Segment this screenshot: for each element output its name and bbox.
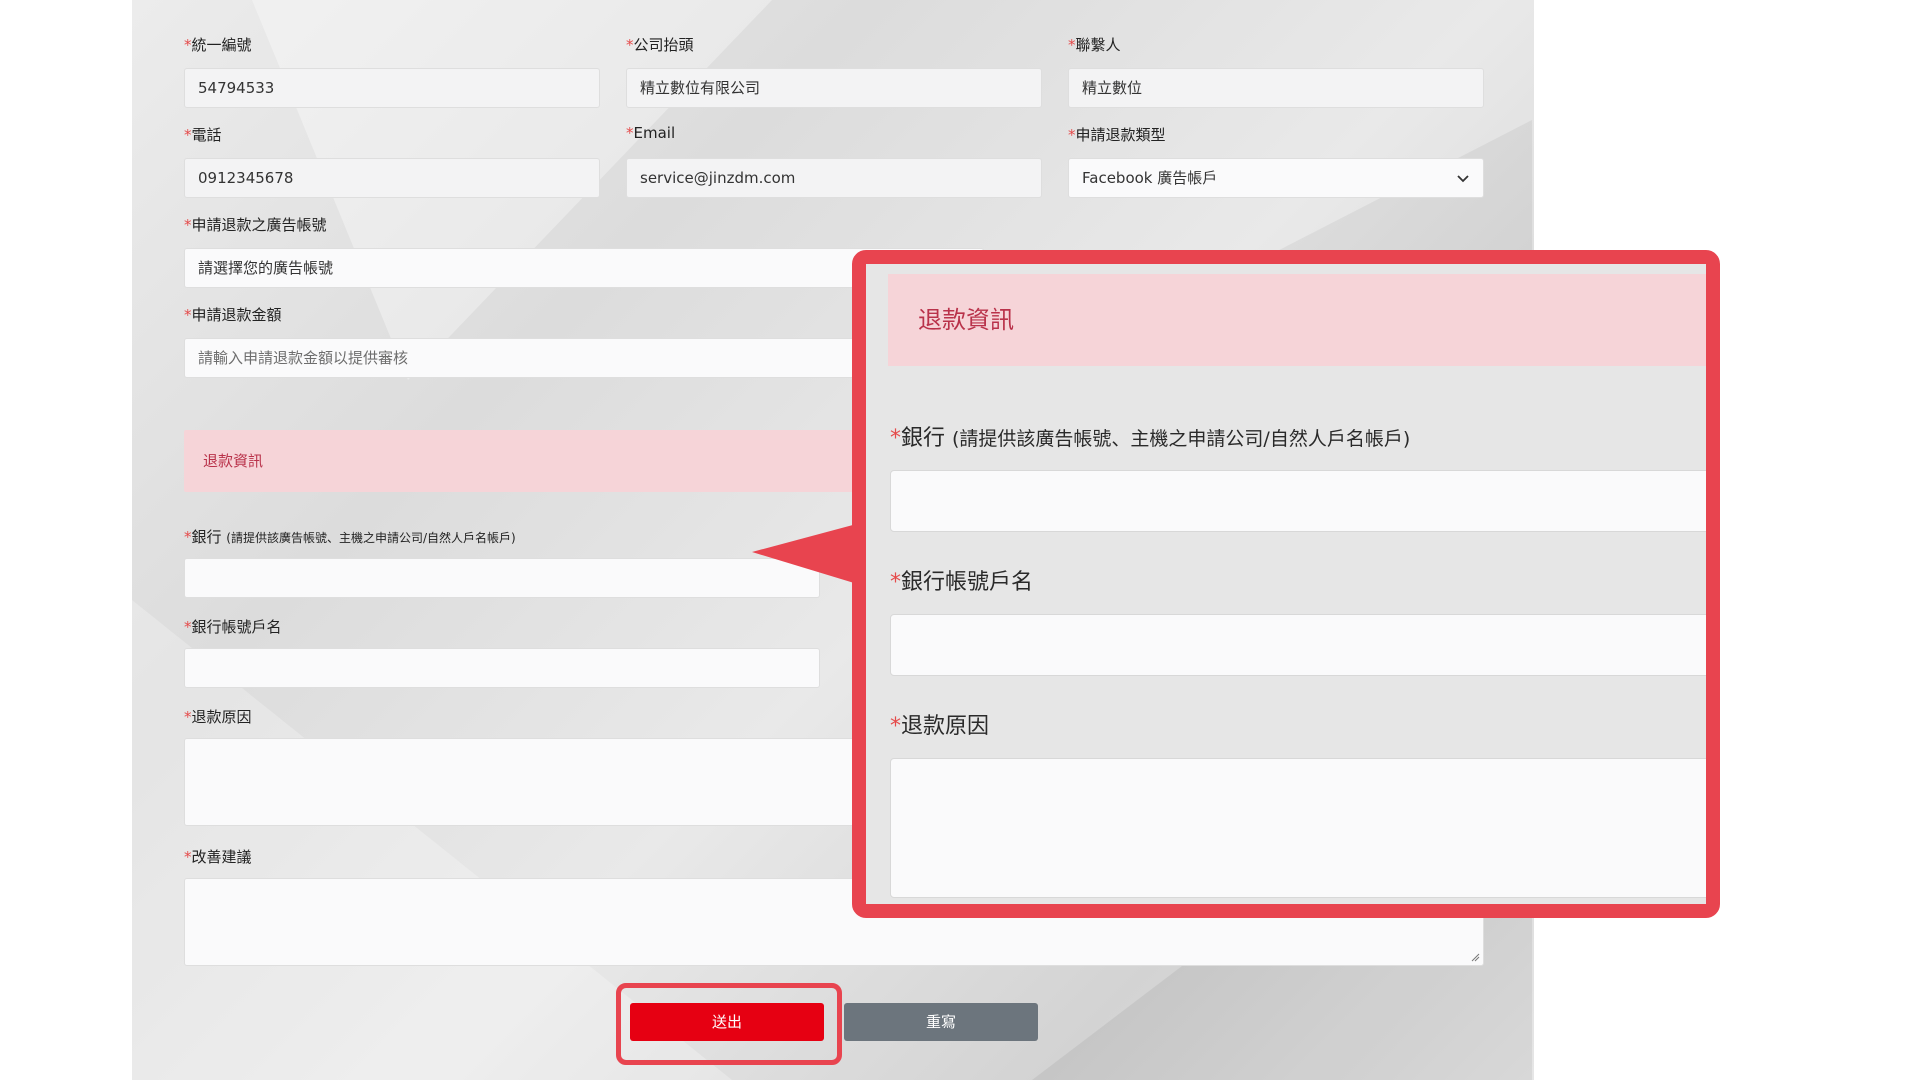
phone-label: *電話 [184,126,222,144]
account-name-label: *銀行帳號戶名 [184,618,282,636]
refund-type-value: Facebook 廣告帳戶 [1082,169,1218,187]
callout-refund-reason-label: *退款原因 [890,714,990,739]
submit-button[interactable]: 送出 [630,1003,824,1041]
bank-label: *銀行 (請提供該廣告帳號、主機之申請公司/自然人戶名帳戶) [184,528,516,546]
contact-field[interactable]: 精立數位 [1068,68,1484,108]
email-label: *Email [626,124,676,142]
refund-reason-label: *退款原因 [184,708,252,726]
refund-type-select[interactable]: Facebook 廣告帳戶 [1068,158,1484,198]
ad-account-label: *申請退款之廣告帳號 [184,216,327,234]
callout-account-name-input [890,614,1706,676]
callout-refund-reason-textarea [890,758,1706,898]
callout-bank-label: *銀行 (請提供該廣告帳號、主機之申請公司/自然人戶名帳戶) [890,426,1411,451]
bank-input[interactable] [184,558,820,598]
suggestion-label: *改善建議 [184,848,252,866]
callout-section-title: 退款資訊 [888,274,1706,366]
company-label: *公司抬頭 [626,36,694,54]
chevron-down-icon [1457,175,1469,183]
reset-button[interactable]: 重寫 [844,1003,1038,1041]
callout-arrow [752,522,864,586]
contact-label: *聯繫人 [1068,36,1121,54]
account-name-input[interactable] [184,648,820,688]
refund-type-label: *申請退款類型 [1068,126,1166,144]
resize-handle-icon[interactable] [1470,952,1480,962]
phone-field[interactable]: 0912345678 [184,158,600,198]
refund-amount-label: *申請退款金額 [184,306,282,324]
tax-id-label: *統一編號 [184,36,252,54]
zoom-callout: 退款資訊 *銀行 (請提供該廣告帳號、主機之申請公司/自然人戶名帳戶) *銀行帳… [852,250,1720,918]
company-field[interactable]: 精立數位有限公司 [626,68,1042,108]
tax-id-field[interactable]: 54794533 [184,68,600,108]
email-field[interactable]: service@jinzdm.com [626,158,1042,198]
callout-account-name-label: *銀行帳號戶名 [890,570,1034,595]
callout-bank-input [890,470,1706,532]
